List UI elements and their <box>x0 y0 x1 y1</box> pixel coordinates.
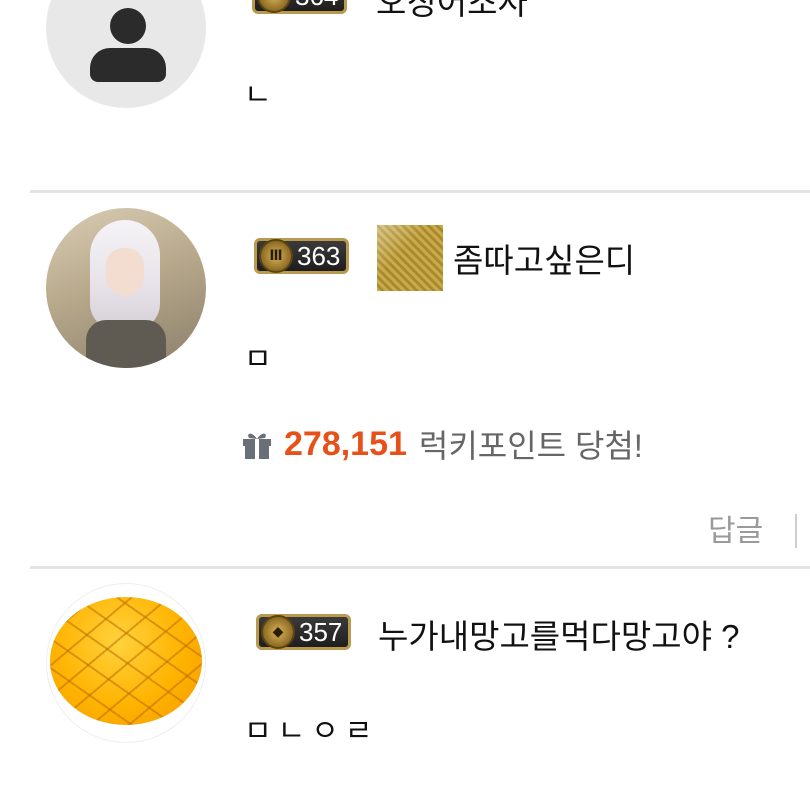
separator <box>795 514 797 548</box>
nickname[interactable]: 누가내망고를먹다망고야 ? <box>378 610 739 658</box>
nickname[interactable]: 좀따고싶은디 <box>453 234 635 282</box>
avatar[interactable] <box>46 208 206 368</box>
level-badge: Ⅲ 364 <box>252 0 348 14</box>
mango-image <box>50 597 202 725</box>
level-number: 363 <box>297 240 341 271</box>
reply-button[interactable]: 답글 <box>708 506 763 550</box>
level-number: 357 <box>299 616 343 647</box>
lucky-points-value: 278,151 <box>284 424 407 463</box>
lucky-points-label: 럭키포인트 당첨! <box>418 428 643 464</box>
nickname[interactable]: 오징어조사 <box>376 0 528 24</box>
level-number: 364 <box>295 0 338 12</box>
level-emblem-icon: Ⅲ <box>257 0 291 13</box>
comment-text: ㄴ <box>244 79 278 112</box>
gold-emblem-icon <box>377 225 443 291</box>
avatar[interactable] <box>46 0 206 108</box>
avatar[interactable] <box>46 583 206 743</box>
gift-icon <box>243 433 271 459</box>
level-badge: ◆ 357 <box>256 614 352 650</box>
comment-text: ㅁㄴㅇㄹ <box>244 715 379 748</box>
comment-text: ㅁ <box>244 343 278 376</box>
user-icon <box>110 8 146 44</box>
divider <box>30 190 810 193</box>
level-emblem-icon: ◆ <box>261 615 295 649</box>
lucky-point-notice: 278,151 럭키포인트 당첨! <box>240 424 643 464</box>
level-badge: Ⅲ 363 <box>254 238 350 274</box>
level-emblem-icon: Ⅲ <box>259 239 293 273</box>
divider <box>30 566 810 569</box>
